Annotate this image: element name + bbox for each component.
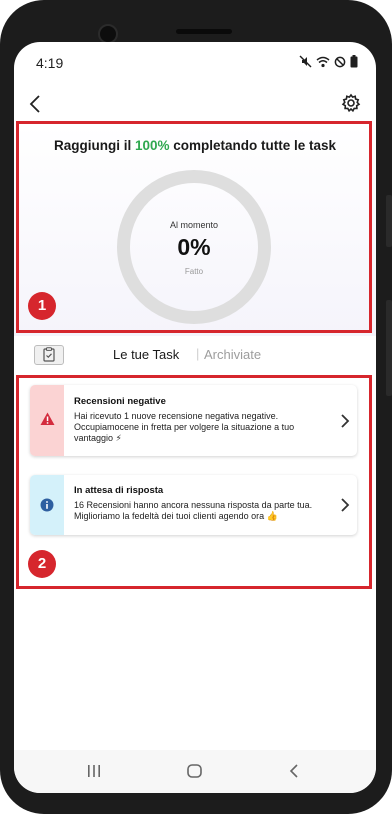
task-title: In attesa di risposta	[74, 485, 164, 496]
annotation-badge-2: 2	[28, 550, 56, 578]
wifi-icon	[316, 55, 330, 73]
chevron-right-icon	[341, 414, 350, 428]
warning-icon	[40, 412, 55, 431]
volume-button	[386, 195, 392, 247]
task-tabs: Le tue Task | Archiviate	[14, 342, 376, 370]
power-button	[386, 300, 392, 396]
back-button[interactable]	[24, 92, 48, 116]
status-bar: 4:19	[14, 42, 376, 82]
mute-icon	[299, 55, 312, 73]
tab-archived[interactable]: Archiviate	[204, 347, 261, 362]
tab-your-tasks[interactable]: Le tue Task	[113, 347, 179, 362]
nav-back-button[interactable]	[289, 764, 299, 783]
recents-icon	[88, 765, 100, 777]
task-card-negative-reviews[interactable]: Recensioni negative Hai ricevuto 1 nuove…	[30, 385, 357, 456]
app-screen: 4:19 Raggiungi il 100% completando tutte…	[14, 42, 376, 793]
clipboard-button[interactable]	[34, 345, 64, 365]
task-title: Recensioni negative	[74, 396, 166, 407]
task-body: 16 Recensioni hanno ancora nessuna rispo…	[74, 500, 313, 521]
gear-icon	[341, 93, 361, 113]
settings-button[interactable]	[340, 92, 362, 114]
recents-button[interactable]	[87, 764, 101, 783]
card-stripe	[30, 385, 64, 456]
tab-separator: |	[196, 346, 200, 361]
status-time: 4:19	[36, 55, 64, 71]
app-bar	[14, 82, 376, 124]
home-button[interactable]	[187, 764, 202, 783]
status-icons	[299, 55, 358, 73]
home-icon	[187, 764, 202, 778]
front-camera	[98, 24, 118, 44]
task-body: Hai ricevuto 1 nuove recensione negativa…	[74, 411, 295, 443]
dnd-icon	[334, 55, 346, 73]
chevron-right-icon	[341, 498, 350, 512]
card-stripe	[30, 475, 64, 535]
back-icon	[289, 764, 298, 778]
info-icon	[40, 498, 54, 517]
system-nav-bar	[14, 750, 376, 793]
battery-icon	[350, 55, 358, 73]
chevron-left-icon	[29, 95, 40, 113]
task-card-awaiting-reply[interactable]: In attesa di risposta 16 Recensioni hann…	[30, 475, 357, 535]
annotation-box-1	[16, 121, 372, 333]
annotation-badge-1: 1	[28, 292, 56, 320]
phone-frame: 4:19 Raggiungi il 100% completando tutte…	[0, 0, 392, 814]
earpiece-speaker	[176, 29, 232, 34]
clipboard-icon	[43, 347, 55, 362]
